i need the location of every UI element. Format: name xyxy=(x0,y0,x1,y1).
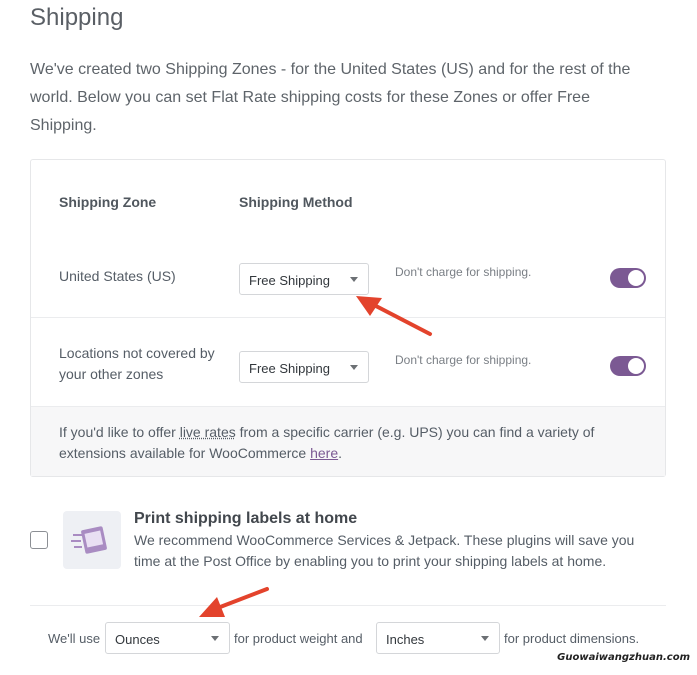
zone-column-header: Shipping Zone xyxy=(59,194,157,210)
shipping-page: Shipping We've created two Shipping Zone… xyxy=(0,0,697,675)
note-text: If you'd like to offer xyxy=(59,424,180,440)
enable-toggle-us[interactable] xyxy=(610,268,646,288)
watermark: Guowaiwangzhuan.com xyxy=(557,652,690,663)
chevron-down-icon xyxy=(211,636,219,641)
print-labels-description: We recommend WooCommerce Services & Jetp… xyxy=(134,532,635,569)
weight-unit-select[interactable]: Ounces xyxy=(105,622,230,654)
annotation-arrow xyxy=(199,587,269,617)
extensions-here-link[interactable]: here xyxy=(310,445,338,461)
carrier-rates-note: If you'd like to offer live rates from a… xyxy=(31,406,665,476)
shipping-method-select-other[interactable]: Free Shipping xyxy=(239,351,369,383)
dimension-unit-select[interactable]: Inches xyxy=(376,622,500,654)
weight-suffix: for product weight and xyxy=(234,631,363,646)
chevron-down-icon xyxy=(481,636,489,641)
chevron-down-icon xyxy=(350,365,358,370)
method-column-header: Shipping Method xyxy=(239,194,353,210)
shipping-method-value: Free Shipping xyxy=(249,361,330,376)
dimension-suffix: for product dimensions. xyxy=(504,631,640,646)
shipping-method-description: Don't charge for shipping. xyxy=(395,265,532,279)
print-labels-title: Print shipping labels at home xyxy=(134,510,358,527)
chevron-down-icon xyxy=(350,277,358,282)
enable-toggle-other[interactable] xyxy=(610,356,646,376)
intro-text: We've created two Shipping Zones - for t… xyxy=(30,61,631,134)
shipping-method-description: Don't charge for shipping. xyxy=(395,353,532,367)
live-rates-term: live rates xyxy=(179,424,236,440)
toggle-knob xyxy=(628,270,644,286)
annotation-arrow xyxy=(356,296,432,336)
zone-name-other: Locations not covered by your other zone… xyxy=(59,345,215,382)
shipping-method-value: Free Shipping xyxy=(249,273,330,288)
toggle-knob xyxy=(628,358,644,374)
units-prefix: We'll use xyxy=(48,631,101,646)
dimension-unit-value: Inches xyxy=(386,632,425,647)
note-text: . xyxy=(338,445,342,461)
page-title: Shipping xyxy=(30,4,124,31)
section-divider xyxy=(30,605,666,606)
weight-unit-value: Ounces xyxy=(115,632,160,647)
shipping-label-printer-icon xyxy=(63,511,121,569)
print-labels-checkbox[interactable] xyxy=(30,531,48,549)
row-divider xyxy=(31,317,665,318)
zone-name-us: United States (US) xyxy=(59,268,176,284)
shipping-zones-table: Shipping Zone Shipping Method United Sta… xyxy=(30,159,666,477)
